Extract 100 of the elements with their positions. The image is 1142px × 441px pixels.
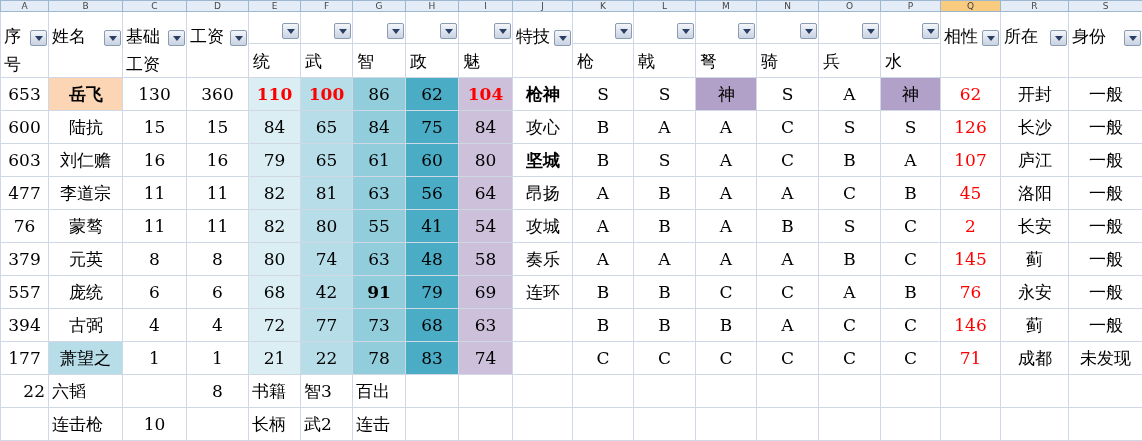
- cell-text: 一般: [1088, 248, 1123, 269]
- cell-text: 81: [315, 183, 338, 203]
- cell-text: 45: [959, 183, 982, 203]
- filter-button[interactable]: [1050, 30, 1067, 46]
- cell-text: 394: [8, 315, 41, 335]
- filter-button[interactable]: [168, 30, 185, 46]
- filter-button[interactable]: [387, 23, 404, 39]
- column-header: 基础工资: [126, 25, 161, 76]
- cell-text: 李道宗: [60, 182, 111, 203]
- filter-button[interactable]: [334, 23, 351, 39]
- cell-text: A: [596, 183, 610, 203]
- filter-button[interactable]: [494, 23, 511, 39]
- cell-text: 76: [13, 216, 36, 236]
- caret-icon: [1054, 35, 1063, 41]
- cell-text: 65: [315, 150, 338, 170]
- column-letter[interactable]: K: [572, 0, 634, 12]
- cell-text: C: [781, 150, 794, 170]
- column-letter[interactable]: A: [0, 0, 49, 12]
- cell-text: 104: [467, 84, 504, 104]
- filter-button[interactable]: [440, 23, 457, 39]
- column-letter[interactable]: J: [512, 0, 573, 12]
- column-letter[interactable]: I: [458, 0, 513, 12]
- cell-text: 22: [23, 381, 45, 401]
- column-header: 身份: [1072, 25, 1107, 48]
- column-letter[interactable]: E: [248, 0, 301, 12]
- cell-text: 379: [8, 249, 41, 269]
- cell-text: C: [904, 216, 917, 236]
- column-header: 工资: [190, 25, 225, 48]
- column-letter[interactable]: N: [756, 0, 819, 12]
- filter-button[interactable]: [862, 23, 879, 39]
- cell-text: A: [843, 84, 856, 104]
- filter-button[interactable]: [230, 30, 247, 46]
- filter-button[interactable]: [104, 30, 121, 46]
- column-header: 戟: [637, 50, 655, 73]
- caret-icon: [558, 35, 567, 41]
- cell-text: A: [658, 117, 671, 137]
- cell-text: 蓟: [1026, 248, 1043, 269]
- cell-text: A: [658, 249, 671, 269]
- filter-button[interactable]: [738, 23, 755, 39]
- column-letter[interactable]: P: [880, 0, 941, 12]
- column-letter[interactable]: C: [122, 0, 187, 12]
- column-letter[interactable]: M: [695, 0, 757, 12]
- cell-text: 永安: [1017, 281, 1052, 302]
- filter-button[interactable]: [554, 30, 571, 46]
- cell-text: 62: [959, 84, 982, 104]
- column-header: 智: [356, 50, 374, 73]
- cell-text: B: [658, 183, 671, 203]
- filter-button[interactable]: [282, 23, 299, 39]
- column-header: 弩: [699, 50, 717, 73]
- caret-icon: [986, 35, 995, 41]
- column-letter[interactable]: D: [186, 0, 249, 12]
- cell-text: C: [904, 315, 917, 335]
- cell-text: C: [658, 348, 671, 368]
- cell-text: S: [597, 84, 609, 104]
- cell-text: A: [719, 216, 733, 236]
- filter-button[interactable]: [1124, 30, 1141, 46]
- cell-text: 连击枪: [52, 413, 103, 434]
- filter-button[interactable]: [982, 30, 999, 46]
- column-letter[interactable]: L: [633, 0, 696, 12]
- filter-button[interactable]: [615, 23, 632, 39]
- column-letter[interactable]: F: [300, 0, 353, 12]
- highlighted-cell: 萧望之: [48, 341, 123, 375]
- cell-text: 蓟: [1026, 314, 1043, 335]
- cell-text: 42: [315, 282, 338, 302]
- cell-text: 1: [212, 348, 223, 368]
- cell-text: 60: [421, 150, 443, 170]
- column-letter[interactable]: Q: [940, 0, 1001, 12]
- cell-text: B: [658, 315, 671, 335]
- column-letter[interactable]: R: [1000, 0, 1069, 12]
- column-header: 枪: [576, 50, 594, 73]
- filter-button[interactable]: [800, 23, 817, 39]
- cell-text: 攻心: [525, 116, 560, 137]
- cell-text: 79: [421, 282, 443, 302]
- filter-button[interactable]: [30, 30, 47, 46]
- cell-text: 1: [149, 348, 160, 368]
- cell-text: 8: [212, 381, 223, 401]
- cell-text: B: [596, 282, 610, 302]
- cell-text: 洛阳: [1017, 182, 1052, 203]
- filter-button[interactable]: [677, 23, 694, 39]
- cell-text: B: [719, 315, 733, 335]
- caret-icon: [804, 28, 813, 34]
- column-letter[interactable]: H: [405, 0, 459, 12]
- cell-text: C: [843, 348, 856, 368]
- cell-text: A: [843, 282, 856, 302]
- cell-text: B: [904, 183, 917, 203]
- cell-text: A: [781, 315, 794, 335]
- cell-text: 80: [315, 216, 338, 236]
- column-letter[interactable]: S: [1068, 0, 1142, 12]
- filter-button[interactable]: [922, 23, 939, 39]
- cell-text: B: [843, 150, 856, 170]
- column-letter[interactable]: G: [352, 0, 406, 12]
- cell-text: 11: [143, 216, 166, 236]
- cell-text: B: [658, 216, 671, 236]
- cell-text: 653: [8, 84, 41, 104]
- caret-icon: [391, 28, 400, 34]
- column-letter[interactable]: B: [48, 0, 123, 12]
- cell-text: 63: [368, 183, 390, 203]
- cell-text: A: [596, 249, 610, 269]
- column-letter[interactable]: O: [818, 0, 881, 12]
- cell-text: 未发现: [1080, 347, 1131, 368]
